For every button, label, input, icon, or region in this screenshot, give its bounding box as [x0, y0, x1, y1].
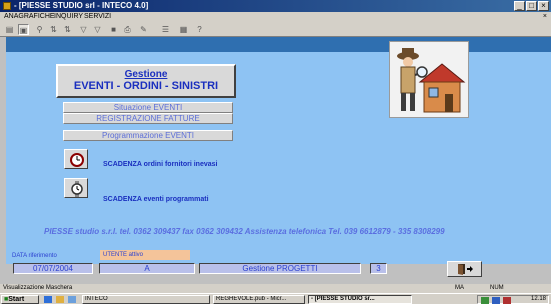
utente-field[interactable]: A	[99, 263, 195, 274]
taskbar-item-piesse[interactable]: - [PIESSE STUDIO sr...	[308, 295, 412, 304]
window-title: - [PIESSE STUDIO srl - INTECO 4.0]	[14, 1, 149, 10]
code-icon[interactable]: ☰	[160, 24, 171, 35]
toolbar: ▤ ▣ ⚲ ⇅ ⇅ ▽ ▽ ■ ⎙ ✎ ☰ ▦ ?	[0, 22, 551, 37]
menu-inquiry[interactable]: INQUIRY	[54, 12, 83, 22]
eventi-ordini-sinistri-label: EVENTI - ORDINI - SINISTRI	[73, 80, 219, 92]
menu-servizi[interactable]: SERVIZI	[84, 12, 111, 22]
scadenza-eventi-button[interactable]	[64, 178, 88, 198]
internet-explorer-icon[interactable]	[44, 296, 52, 303]
new-object-icon[interactable]: ✎	[138, 24, 149, 35]
system-tray: 12.18	[477, 295, 549, 304]
contact-info-line: PIESSE studio s.r.l. tel. 0362 309437 fa…	[44, 227, 445, 236]
database-window-icon[interactable]: ■	[108, 24, 119, 35]
status-text: Visualizzazione Maschera	[3, 285, 73, 291]
count-field[interactable]: 3	[370, 263, 387, 274]
form-view-icon[interactable]: ▣	[18, 24, 29, 35]
menu-anagrafiche[interactable]: ANAGRAFICHE	[4, 12, 55, 22]
utente-attivo-field: UTENTE attivo	[100, 250, 190, 260]
status-bar: Visualizzazione Maschera MA NUM	[0, 284, 551, 293]
windows-taskbar: ■Start INTECO REGHEVOLE.pub - Micr... - …	[0, 293, 551, 304]
outlook-icon[interactable]	[56, 296, 64, 303]
alarm-clock-icon	[70, 153, 84, 167]
start-button[interactable]: ■Start	[1, 295, 39, 304]
detective-house-illustration	[389, 41, 469, 118]
app-icon	[3, 2, 11, 10]
scadenza-eventi-label: SCADENZA eventi programmati	[103, 196, 209, 203]
design-view-icon[interactable]: ▤	[4, 24, 15, 35]
scadenza-ordini-label: SCADENZA ordini fornitori inevasi	[103, 161, 218, 168]
properties-icon[interactable]: ▦	[178, 24, 189, 35]
document-close-button[interactable]: ×	[543, 12, 547, 22]
programmazione-eventi-button[interactable]: Programmazione EVENTI	[63, 130, 233, 141]
taskbar-clock: 12.18	[530, 296, 546, 302]
date-field[interactable]: 07/07/2004	[13, 263, 93, 274]
sort-ascending-icon[interactable]: ⇅	[48, 24, 59, 35]
tray-language-icon[interactable]	[492, 297, 500, 304]
filter-by-selection-icon[interactable]: ▽	[78, 24, 89, 35]
form-header-band	[6, 37, 551, 52]
data-riferimento-label: DATA riferimento	[12, 253, 57, 259]
sort-descending-icon[interactable]: ⇅	[62, 24, 73, 35]
filter-icon[interactable]: ▽	[92, 24, 103, 35]
find-icon[interactable]: ⚲	[34, 24, 45, 35]
watch-icon	[71, 181, 83, 197]
window-title-bar: - [PIESSE STUDIO srl - INTECO 4.0] _ □ ×	[0, 0, 551, 12]
help-icon[interactable]: ?	[194, 24, 205, 35]
exit-button[interactable]	[447, 261, 482, 277]
registrazione-fatture-button[interactable]: REGISTRAZIONE FATTURE	[63, 113, 233, 124]
situazione-eventi-button[interactable]: Situazione EVENTI	[63, 102, 233, 113]
close-button[interactable]: ×	[538, 1, 549, 11]
scadenza-ordini-button[interactable]	[64, 149, 88, 169]
show-desktop-icon[interactable]	[68, 296, 76, 303]
status-ma: MA	[455, 285, 464, 291]
gestione-label: Gestione	[124, 69, 168, 80]
status-num: NUM	[490, 285, 504, 291]
taskbar-item-publisher[interactable]: REGHEVOLE.pub - Micr...	[213, 295, 305, 304]
tray-network-icon[interactable]	[481, 297, 489, 304]
exit-door-icon	[458, 264, 473, 275]
print-icon[interactable]: ⎙	[122, 24, 133, 35]
minimize-button[interactable]: _	[514, 1, 525, 11]
gestione-progetti-field[interactable]: Gestione PROGETTI	[199, 263, 361, 274]
maximize-button[interactable]: □	[526, 1, 537, 11]
gestione-eventi-button[interactable]: Gestione EVENTI - ORDINI - SINISTRI	[56, 64, 236, 98]
taskbar-item-inteco[interactable]: INTECO	[82, 295, 210, 304]
menu-bar: ANAGRAFICHE INQUIRY SERVIZI ×	[0, 12, 551, 22]
start-label: Start	[8, 296, 25, 303]
tray-antivirus-icon[interactable]	[503, 297, 511, 304]
